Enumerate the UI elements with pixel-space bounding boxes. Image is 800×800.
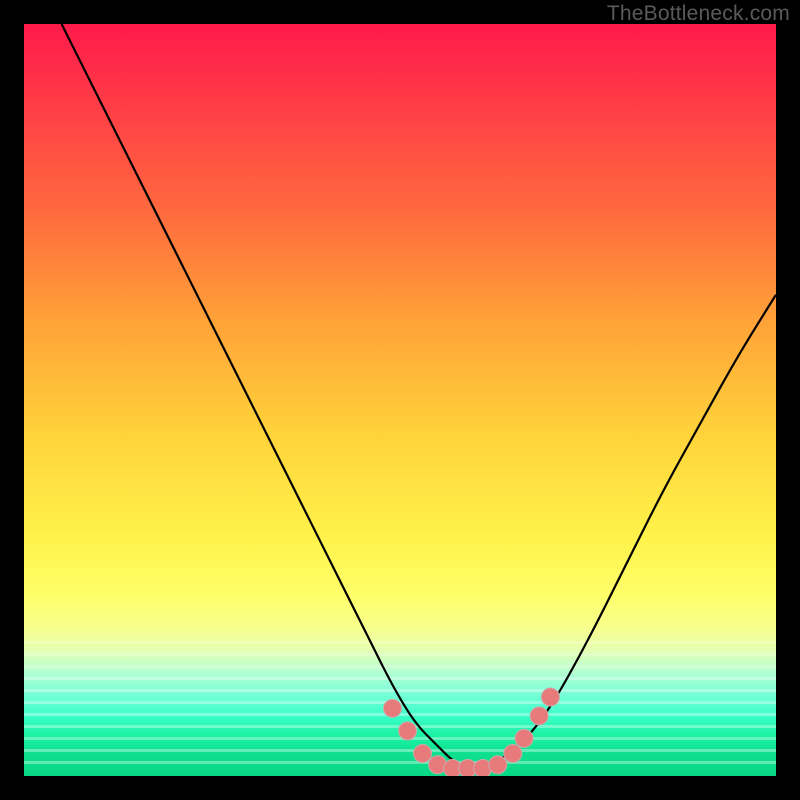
chart-frame: TheBottleneck.com (0, 0, 800, 800)
curve-marker (515, 729, 533, 747)
watermark-text: TheBottleneck.com (607, 2, 790, 26)
curve-markers (383, 688, 559, 776)
plot-area (24, 24, 776, 776)
curve-marker (530, 707, 548, 725)
curve-marker (383, 699, 401, 717)
curve-marker (399, 722, 417, 740)
curve-marker (414, 744, 432, 762)
curve-marker (489, 756, 507, 774)
curve-marker (541, 688, 559, 706)
curve-marker (504, 744, 522, 762)
bottleneck-curve (62, 24, 776, 768)
curve-svg (24, 24, 776, 776)
